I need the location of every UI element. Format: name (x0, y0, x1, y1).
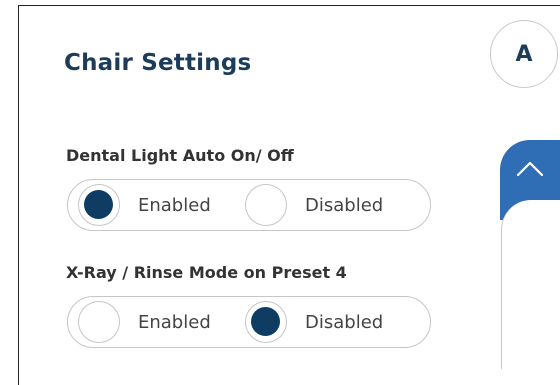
dental-light-toggle: Enabled Disabled (67, 179, 431, 231)
option-label: Disabled (305, 311, 384, 333)
radio-button[interactable] (245, 184, 287, 226)
radio-button[interactable] (78, 301, 120, 343)
xray-rinse-label: X-Ray / Rinse Mode on Preset 4 (66, 263, 347, 282)
scrollbar-track[interactable] (501, 200, 560, 369)
xray-rinse-disabled-option[interactable]: Disabled (245, 297, 383, 347)
xray-rinse-toggle: Enabled Disabled (67, 296, 431, 348)
option-label: Disabled (305, 194, 384, 216)
dental-light-label: Dental Light Auto On/ Off (66, 146, 294, 165)
chevron-up-icon (516, 161, 544, 177)
page-title: Chair Settings (64, 50, 252, 76)
radio-button-checked[interactable] (245, 301, 287, 343)
dental-light-enabled-option[interactable]: Enabled (78, 180, 211, 230)
radio-button-checked[interactable] (78, 184, 120, 226)
option-label: Enabled (138, 194, 211, 216)
user-avatar[interactable]: A (490, 20, 558, 88)
avatar-initial: A (515, 41, 533, 67)
xray-rinse-enabled-option[interactable]: Enabled (78, 297, 211, 347)
dental-light-disabled-option[interactable]: Disabled (245, 180, 383, 230)
option-label: Enabled (138, 311, 211, 333)
